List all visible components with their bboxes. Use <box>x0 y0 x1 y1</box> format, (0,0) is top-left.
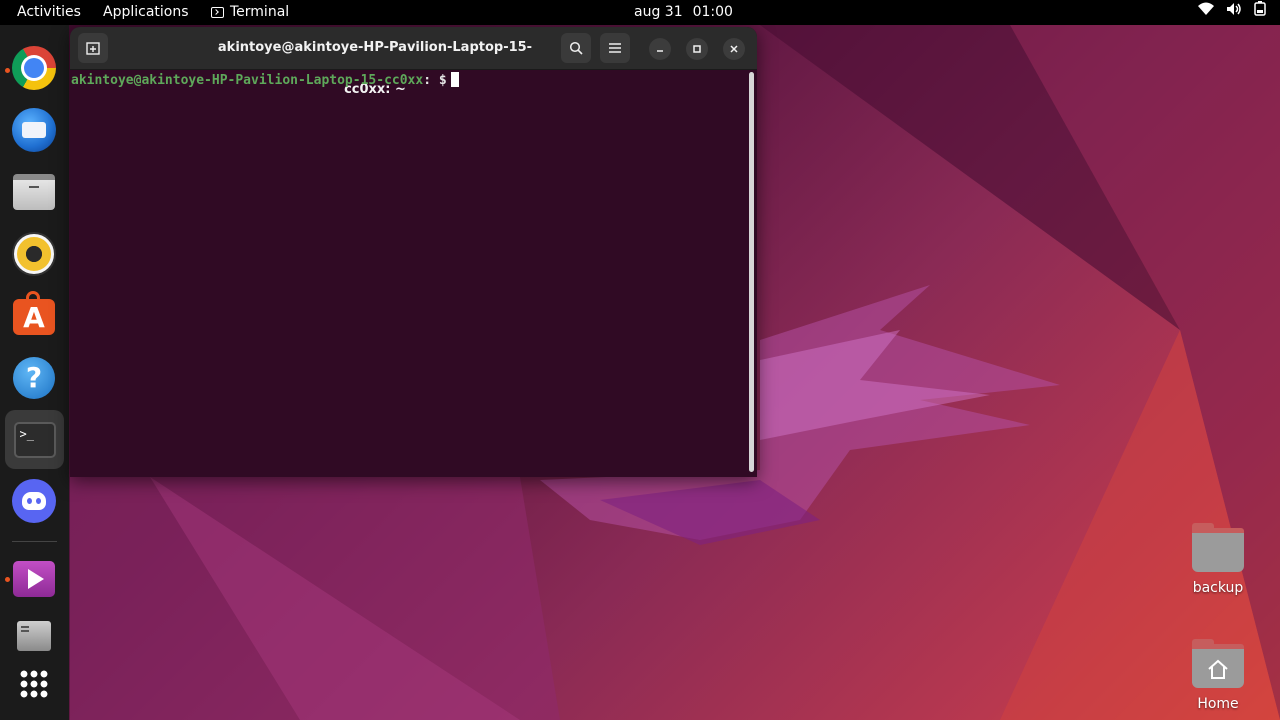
prompt-line: akintoye@akintoye-HP-Pavilion-Laptop-15-… <box>71 72 459 88</box>
minimize-icon <box>657 50 663 52</box>
terminal-window[interactable]: akintoye@akintoye-HP-Pavilion-Laptop-15-… <box>70 27 757 477</box>
terminal-window-title: akintoye@akintoye-HP-Pavilion-Laptop-15-… <box>217 40 533 97</box>
dock-item-disks[interactable] <box>11 613 57 659</box>
dock-item-rhythmbox[interactable] <box>11 231 57 277</box>
terminal-icon <box>211 7 224 18</box>
desktop-icon-backup[interactable]: backup <box>1178 523 1258 596</box>
applications-menu[interactable]: Applications <box>103 0 189 25</box>
prompt-sign: $ <box>438 73 447 88</box>
terminal-scrollbar[interactable] <box>749 72 754 472</box>
maximize-icon <box>693 45 701 53</box>
chrome-icon <box>12 46 56 90</box>
dock-item-video-player[interactable] <box>11 556 57 602</box>
volume-icon <box>1226 0 1242 25</box>
desktop-icon-label: backup <box>1192 580 1244 596</box>
show-applications-button[interactable] <box>11 661 57 707</box>
folder-icon <box>1192 523 1244 572</box>
software-store-icon: A <box>13 291 55 335</box>
terminal-search-button[interactable] <box>561 33 591 63</box>
focused-app-label: Terminal <box>230 4 290 20</box>
clock-date: aug 31 <box>634 4 683 20</box>
prompt-path <box>431 73 439 88</box>
disk-icon <box>17 621 51 651</box>
discord-icon <box>12 479 56 523</box>
files-icon <box>13 174 55 210</box>
top-bar: Activities Applications Terminal aug 31 … <box>0 0 1280 25</box>
search-icon <box>569 41 583 55</box>
battery-icon <box>1254 0 1266 25</box>
dock-item-chrome[interactable] <box>11 45 57 91</box>
prompt-separator: : <box>423 73 432 88</box>
help-icon: ? <box>13 357 55 399</box>
terminal-icon: >_ <box>13 421 56 458</box>
maximize-button[interactable] <box>686 38 708 60</box>
dock-separator <box>12 541 57 542</box>
dock-item-discord[interactable] <box>11 478 57 524</box>
hamburger-menu-icon <box>609 43 621 53</box>
prompt-user-host: akintoye@akintoye-HP-Pavilion-Laptop-15-… <box>71 73 424 88</box>
app-grid-icon <box>19 669 49 699</box>
new-tab-button[interactable] <box>78 33 108 63</box>
desktop-icon-home[interactable]: Home <box>1178 639 1258 712</box>
system-status-menu[interactable] <box>1198 0 1266 25</box>
activities-button[interactable]: Activities <box>17 0 81 25</box>
new-tab-icon <box>86 42 100 55</box>
dock: A ? >_ <box>0 25 69 720</box>
terminal-menu-button[interactable] <box>600 33 630 63</box>
running-indicator <box>5 577 10 582</box>
close-icon <box>730 45 738 53</box>
thunderbird-icon <box>12 108 56 152</box>
dock-item-software[interactable]: A <box>11 291 57 337</box>
running-indicator <box>5 68 10 73</box>
dock-item-help[interactable]: ? <box>11 355 57 401</box>
clock[interactable]: aug 31 01:00 <box>634 0 733 25</box>
dock-item-thunderbird[interactable] <box>11 107 57 153</box>
terminal-output[interactable]: akintoye@akintoye-HP-Pavilion-Laptop-15-… <box>70 70 757 477</box>
home-folder-icon <box>1192 639 1244 688</box>
desktop-icon-label: Home <box>1197 696 1239 712</box>
wifi-icon <box>1198 0 1214 25</box>
minimize-button[interactable] <box>649 38 671 60</box>
terminal-headerbar[interactable]: akintoye@akintoye-HP-Pavilion-Laptop-15-… <box>70 27 757 97</box>
clock-time: 01:00 <box>692 4 733 20</box>
close-button[interactable] <box>723 38 745 60</box>
text-cursor <box>450 72 459 87</box>
dock-item-files[interactable] <box>11 169 57 215</box>
dock-item-terminal[interactable]: >_ <box>5 410 64 469</box>
focused-app-menu[interactable]: Terminal <box>211 0 289 25</box>
video-player-icon <box>13 561 55 597</box>
rhythmbox-icon <box>14 234 54 274</box>
